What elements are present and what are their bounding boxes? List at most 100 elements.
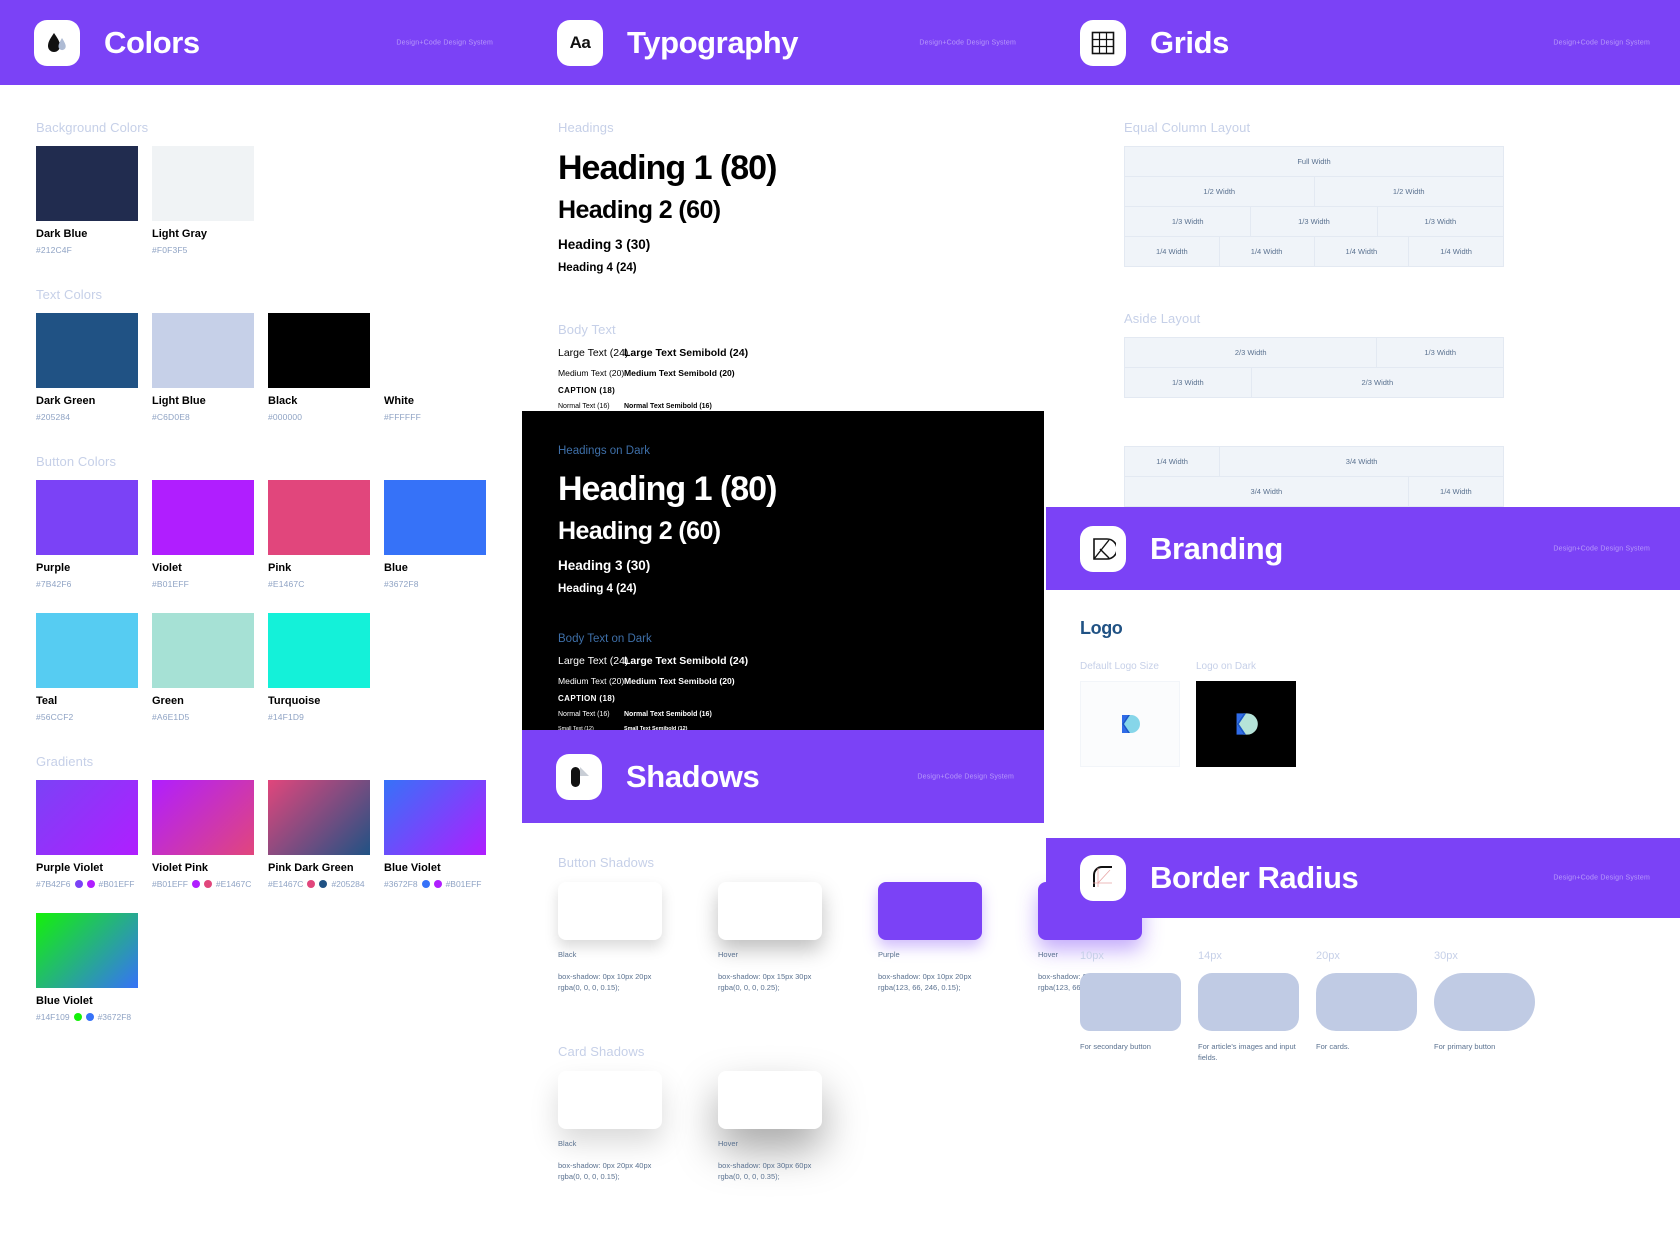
- shadow-sample-box: [878, 882, 982, 940]
- gradient-swatch-name: Blue Violet: [384, 862, 441, 874]
- gradient-swatch-name: Pink Dark Green: [268, 862, 354, 874]
- shadow-sample-css: box-shadow: 0px 10px 20px rgba(0, 0, 0, …: [558, 972, 652, 993]
- credit-label: Design+Code Design System: [919, 39, 1016, 46]
- body-text-regular: Medium Text (20): [558, 676, 625, 687]
- color-swatch-name: Turquoise: [268, 695, 321, 707]
- credit-label: Design+Code Design System: [396, 39, 493, 46]
- color-swatch: [152, 613, 254, 688]
- border-radius-cell: 10px For secondary button: [1080, 950, 1181, 1063]
- grid-row: 1/2 Width 1/2 Width: [1125, 177, 1503, 207]
- color-swatch: [36, 613, 138, 688]
- color-swatch-hex: #7B42F6: [36, 579, 72, 589]
- shadow-sample-name: Black: [558, 950, 577, 959]
- border-radius-description: For primary button: [1434, 1042, 1496, 1051]
- color-swatch-hex: #14F1D9: [268, 712, 305, 722]
- gradients-block: Gradients Purple Violet #7B42F6 #B01EFF Vio…: [36, 754, 506, 1022]
- grid-cell: 2/3 Width: [1251, 368, 1503, 397]
- color-swatch-hex: #E1467C: [268, 579, 305, 589]
- gradient-swatch-hex-pair: #3672F8 #B01EFF: [384, 879, 486, 889]
- color-swatch-cell: Turquoise #14F1D9: [268, 613, 370, 722]
- color-swatch-hex: #205284: [36, 412, 71, 422]
- color-swatch: [152, 313, 254, 388]
- gradient-to-dot: [85, 1013, 94, 1021]
- color-swatch-cell: Light Gray #F0F3F5: [152, 146, 254, 255]
- card-shadow-sample-box: [558, 1070, 662, 1129]
- border-radius-sample-box: [1316, 973, 1417, 1031]
- color-swatch-cell: Black #000000: [268, 313, 370, 422]
- gradient-swatch: [36, 913, 138, 988]
- grids-section-body: Equal Column Layout Full Width 1/2 Width 1…: [1124, 120, 1504, 507]
- button-colors-label: Button Colors: [36, 454, 117, 469]
- credit-label: Design+Code Design System: [1553, 874, 1650, 882]
- body-text-semibold: [624, 386, 1038, 403]
- heading-1-sample: Heading 1 (80): [558, 149, 777, 187]
- equal-column-layout-label: Equal Column Layout: [1124, 120, 1251, 135]
- heading-2-sample-dark: Heading 2 (60): [558, 517, 721, 546]
- shadow-icon: [556, 753, 602, 800]
- color-swatch-hex: #56CCF2: [36, 712, 74, 722]
- dark-logo-cell: Logo on Dark: [1196, 661, 1296, 767]
- design-system-page: Colors Design+Code Design System Aa Typo…: [0, 0, 1680, 1258]
- color-swatch: [152, 480, 254, 555]
- gradient-from-hex: #14F109: [36, 1012, 70, 1022]
- border-radius-section-body: 10px For secondary button 14px For article'…: [1080, 950, 1570, 1063]
- body-text-semibold: Large Text Semibold (24): [624, 347, 749, 360]
- gradient-swatch-cell: Purple Violet #7B42F6 #B01EFF: [36, 780, 138, 889]
- gradient-swatch-name: Purple Violet: [36, 862, 104, 874]
- gradient-to-dot: [203, 880, 212, 888]
- gradient-to-hex: #B01EFF: [98, 879, 135, 889]
- color-swatch: [268, 480, 370, 555]
- color-swatch: [36, 146, 138, 221]
- color-swatch: [268, 313, 370, 388]
- body-text-semibold: Medium Text Semibold (20): [624, 368, 735, 379]
- grid-cell: 1/4 Width: [1408, 477, 1503, 506]
- border-radius-size-label: 30px: [1434, 950, 1458, 962]
- default-logo-caption: Default Logo Size: [1080, 661, 1159, 672]
- heading-4-sample-dark: Heading 4 (24): [558, 583, 637, 596]
- gradient-swatch: [36, 780, 138, 855]
- border-radius-sample-box: [1434, 973, 1535, 1031]
- color-swatch: [36, 480, 138, 555]
- shadow-sample-box: [558, 882, 662, 940]
- default-logo-box: [1080, 681, 1180, 767]
- color-swatch-name: Blue: [384, 562, 408, 574]
- color-swatch-cell: Blue #3672F8: [384, 480, 486, 589]
- color-swatch-cell: Green #A6E1D5: [152, 613, 254, 722]
- gradient-from-dot: [421, 880, 430, 888]
- body-text-regular: CAPTION (18): [558, 694, 616, 704]
- color-swatch-name: Light Gray: [152, 228, 208, 240]
- grid-row: 1/4 Width 3/4 Width: [1125, 447, 1503, 477]
- grid-cell: 1/3 Width: [1251, 207, 1378, 236]
- color-swatch-hex: #C6D0E8: [152, 412, 190, 422]
- color-swatch-hex: #A6E1D5: [152, 712, 190, 722]
- heading-3-sample-dark: Heading 3 (30): [558, 558, 651, 574]
- gradient-from-hex: #3672F8: [384, 879, 418, 889]
- card-shadow-sample-css: box-shadow: 0px 30px 60px rgba(0, 0, 0, …: [718, 1160, 812, 1181]
- color-swatch-name: Violet: [152, 562, 182, 574]
- color-swatch-name: Black: [268, 395, 298, 407]
- color-swatch: [152, 146, 254, 221]
- section-title-typography: Typography: [627, 24, 799, 60]
- grid-cell: 1/4 Width: [1409, 237, 1503, 266]
- gradient-from-hex: #7B42F6: [36, 879, 71, 889]
- grid-row: 1/4 Width 1/4 Width 1/4 Width 1/4 Width: [1125, 237, 1503, 267]
- brand-k-icon: [1080, 525, 1126, 572]
- section-header-shadows: Shadows Design+Code Design System: [522, 730, 1044, 823]
- grid-row: 1/3 Width 1/3 Width 1/3 Width: [1125, 207, 1503, 237]
- color-swatch-cell: Purple #7B42F6: [36, 480, 138, 589]
- grid-cell: 1/3 Width: [1125, 368, 1252, 397]
- card-shadows-label: Card Shadows: [558, 1043, 645, 1059]
- section-title-border-radius: Border Radius: [1150, 860, 1359, 895]
- color-swatch: [268, 613, 370, 688]
- border-radius-sample-box: [1198, 973, 1299, 1031]
- border-radius-cell: 30px For primary button: [1434, 950, 1535, 1063]
- color-swatch-cell: Dark Green #205284: [36, 313, 138, 422]
- body-text-samples-dark: Large Text (24) Large Text Semibold (24) M…: [558, 655, 1008, 739]
- card-shadow-sample-name: Black: [558, 1138, 577, 1148]
- card-shadow-sample-css: box-shadow: 0px 20px 40px rgba(0, 0, 0, …: [558, 1160, 652, 1181]
- text-swatch-row: Dark Green #205284 Light Blue #C6D0E8 Black #…: [36, 313, 506, 422]
- gradient-swatch-row-2: Blue Violet #14F109 #3672F8: [36, 913, 506, 1022]
- card-shadow-sample-cell: Hover box-shadow: 0px 30px 60px rgba(0, 0…: [718, 1070, 822, 1183]
- color-swatch-name: Dark Blue: [36, 228, 88, 240]
- color-swatch-hex: #B01EFF: [152, 579, 189, 589]
